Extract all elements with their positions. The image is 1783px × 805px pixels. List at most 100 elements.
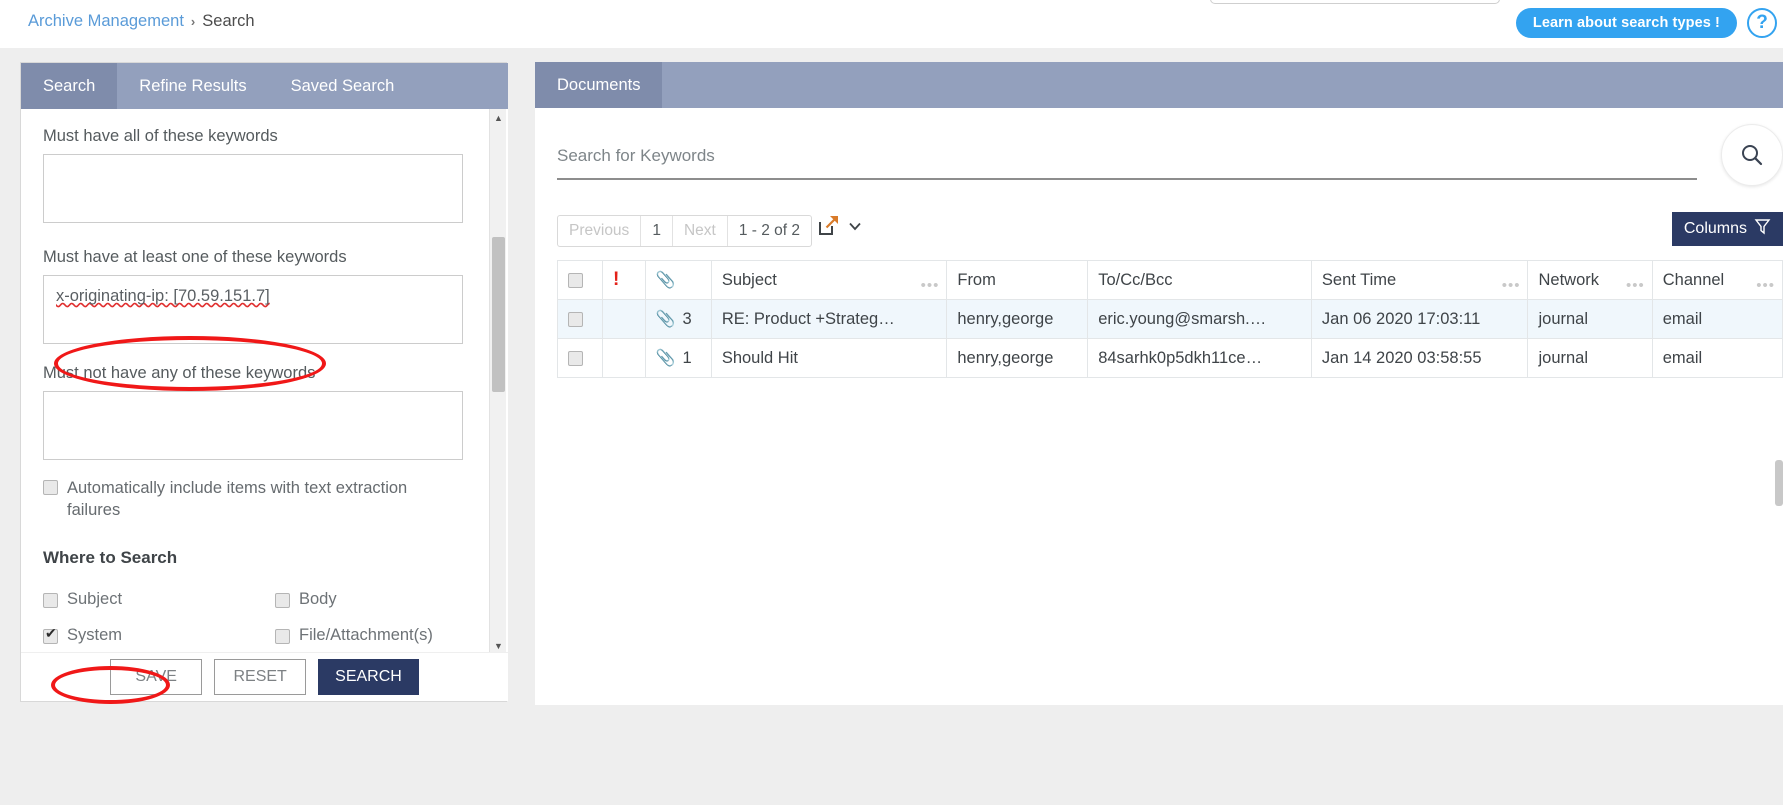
pagination-page-1[interactable]: 1 <box>641 216 673 246</box>
header-toccbcc[interactable]: To/Cc/Bcc <box>1087 260 1312 300</box>
row-sent-time: Jan 14 2020 03:58:55 <box>1310 338 1529 378</box>
tab-refine-results[interactable]: Refine Results <box>117 63 268 109</box>
text-extraction-failures-checkbox[interactable] <box>43 480 58 495</box>
row-toccbcc: eric.young@smarsh.… <box>1087 299 1312 339</box>
row-priority-cell <box>601 338 646 378</box>
columns-button[interactable]: Columns <box>1671 212 1783 246</box>
search-form-scrollbar[interactable]: ▲ ▼ <box>489 109 506 654</box>
pagination-previous[interactable]: Previous <box>558 216 642 246</box>
row-sent-time: Jan 06 2020 17:03:11 <box>1310 299 1529 339</box>
header-subject-menu-icon[interactable]: ••• <box>921 277 940 294</box>
header-from[interactable]: From <box>946 260 1089 300</box>
reset-button[interactable]: RESET <box>214 659 307 695</box>
header-attachments[interactable]: 📎 <box>644 260 712 300</box>
header-select-all[interactable] <box>557 260 603 300</box>
body-label: Body <box>299 589 337 608</box>
help-icon[interactable]: ? <box>1747 8 1777 38</box>
scrollbar-thumb[interactable] <box>492 237 505 392</box>
header-sent-time[interactable]: Sent Time ••• <box>1310 260 1529 300</box>
system-checkbox[interactable] <box>43 626 58 644</box>
where-option-subject[interactable]: Subject <box>43 588 275 610</box>
breadcrumb-current: Search <box>202 12 255 30</box>
subject-checkbox[interactable] <box>43 592 58 608</box>
header-network-menu-icon[interactable]: ••• <box>1626 277 1645 294</box>
row-checkbox[interactable] <box>568 311 583 327</box>
header-sent-time-menu-icon[interactable]: ••• <box>1502 277 1521 294</box>
breadcrumb-root[interactable]: Archive Management <box>28 12 184 30</box>
header-channel-menu-icon[interactable]: ••• <box>1756 277 1775 294</box>
top-bar: Archive Management › Search Learn about se… <box>0 0 1783 48</box>
exclamation-icon: ! <box>612 269 620 290</box>
table-row[interactable]: 📎 1 Should Hit henry,george 84sarhk0p5dk… <box>557 338 1783 378</box>
must-not-have-input[interactable] <box>43 391 463 460</box>
learn-about-search-types-button[interactable]: Learn about search types ! <box>1515 8 1737 38</box>
tab-saved-search[interactable]: Saved Search <box>269 63 417 109</box>
breadcrumb-separator-icon: › <box>190 14 196 29</box>
where-option-system[interactable]: System <box>43 624 275 646</box>
header-toccbcc-label: To/Cc/Bcc <box>1098 270 1173 289</box>
row-network: journal <box>1527 338 1653 378</box>
search-panel-tabs: Search Refine Results Saved Search <box>21 63 508 109</box>
must-have-all-label: Must have all of these keywords <box>43 127 278 145</box>
row-select-cell[interactable] <box>557 299 603 339</box>
search-form-scroll-area: Must have all of these keywords Must hav… <box>21 109 508 654</box>
table-header-row: ! 📎 Subject ••• From To/Cc/Bcc Sent Time… <box>557 260 1783 300</box>
row-toccbcc: 84sarhk0p5dkh11ce… <box>1087 338 1312 378</box>
form-action-buttons: SAVE RESET SEARCH <box>21 652 508 701</box>
must-have-one-value: x-originating-ip: [70.59.151.7] <box>56 287 270 305</box>
must-have-one-input[interactable]: x-originating-ip: [70.59.151.7] <box>43 275 463 344</box>
body-checkbox[interactable] <box>275 592 290 608</box>
where-to-search-title: Where to Search <box>43 547 178 567</box>
must-have-one-label: Must have at least one of these keywords <box>43 248 347 266</box>
paperclip-icon: 📎 <box>655 272 676 289</box>
pagination-next[interactable]: Next <box>673 216 728 246</box>
header-priority[interactable]: ! <box>601 260 646 300</box>
header-channel[interactable]: Channel ••• <box>1651 260 1783 300</box>
results-table: ! 📎 Subject ••• From To/Cc/Bcc Sent Time… <box>557 260 1783 378</box>
select-all-checkbox[interactable] <box>568 272 583 288</box>
header-network[interactable]: Network ••• <box>1527 260 1653 300</box>
app-root: Archive Management › Search Learn about se… <box>0 0 1783 805</box>
where-option-file-attachments[interactable]: File/Attachment(s) <box>275 624 464 646</box>
row-from: henry,george <box>946 338 1089 378</box>
save-button[interactable]: SAVE <box>110 659 203 695</box>
file-attachments-label: File/Attachment(s) <box>299 625 433 644</box>
scroll-up-icon[interactable]: ▲ <box>490 109 507 126</box>
export-icon[interactable] <box>816 213 841 243</box>
row-select-cell[interactable] <box>557 338 603 378</box>
must-have-all-input[interactable] <box>43 154 463 223</box>
export-control[interactable] <box>816 213 863 243</box>
row-attachment-count: 1 <box>682 348 692 367</box>
keyword-search-placeholder: Search for Keywords <box>557 146 715 165</box>
file-attachments-checkbox[interactable] <box>275 628 290 644</box>
header-sent-time-label: Sent Time <box>1321 270 1397 289</box>
tab-search[interactable]: Search <box>21 63 118 109</box>
search-panel: Search Refine Results Saved Search Must … <box>20 62 508 704</box>
table-row[interactable]: 📎 3 RE: Product +Strateg… henry,george e… <box>557 299 1783 339</box>
system-label: System <box>67 625 123 644</box>
pagination: Previous 1 Next 1 - 2 of 2 <box>557 215 812 247</box>
row-checkbox[interactable] <box>568 350 583 366</box>
pagination-range: 1 - 2 of 2 <box>738 222 800 239</box>
text-extraction-failures-row[interactable]: Automatically include items with text ex… <box>43 477 464 522</box>
row-subject[interactable]: RE: Product +Strateg… <box>710 299 948 339</box>
text-extraction-failures-label: Automatically include items with text ex… <box>67 479 408 520</box>
header-subject[interactable]: Subject ••• <box>710 260 948 300</box>
results-scrollbar-thumb[interactable] <box>1775 460 1783 506</box>
results-panel-tabs: Documents <box>535 62 1783 108</box>
search-button[interactable]: SEARCH <box>318 659 419 695</box>
breadcrumb: Archive Management › Search <box>28 12 255 31</box>
row-network: journal <box>1527 299 1653 339</box>
search-icon[interactable] <box>1721 124 1783 186</box>
columns-button-label: Columns <box>1683 220 1747 237</box>
header-subject-label: Subject <box>721 270 777 289</box>
keyword-search-field[interactable]: Search for Keywords <box>557 138 1697 180</box>
where-option-body[interactable]: Body <box>275 588 464 610</box>
tab-documents[interactable]: Documents <box>535 62 663 108</box>
row-channel: email <box>1651 299 1783 339</box>
paperclip-icon: 📎 <box>655 311 676 328</box>
row-subject[interactable]: Should Hit <box>710 338 948 378</box>
row-attachment-cell: 📎 1 <box>644 338 712 378</box>
where-to-search-options: Subject Body System File/Attachment(s) <box>43 588 464 647</box>
chevron-down-icon[interactable] <box>847 218 863 239</box>
